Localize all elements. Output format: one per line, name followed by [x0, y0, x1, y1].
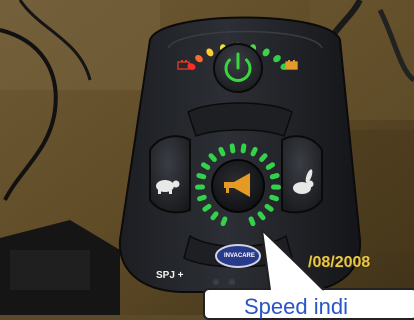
- model-label: SPJ +: [156, 270, 184, 281]
- speed-down-button[interactable]: [149, 135, 191, 214]
- brand-label: INVACARE: [224, 253, 255, 259]
- horn-button[interactable]: [211, 159, 265, 213]
- speed-led: [271, 184, 281, 190]
- speed-up-button[interactable]: [281, 135, 323, 214]
- speed-led: [195, 184, 205, 190]
- callout-text: Speed indi: [244, 294, 348, 319]
- callout-tail: [261, 229, 325, 292]
- power-button[interactable]: [213, 43, 263, 93]
